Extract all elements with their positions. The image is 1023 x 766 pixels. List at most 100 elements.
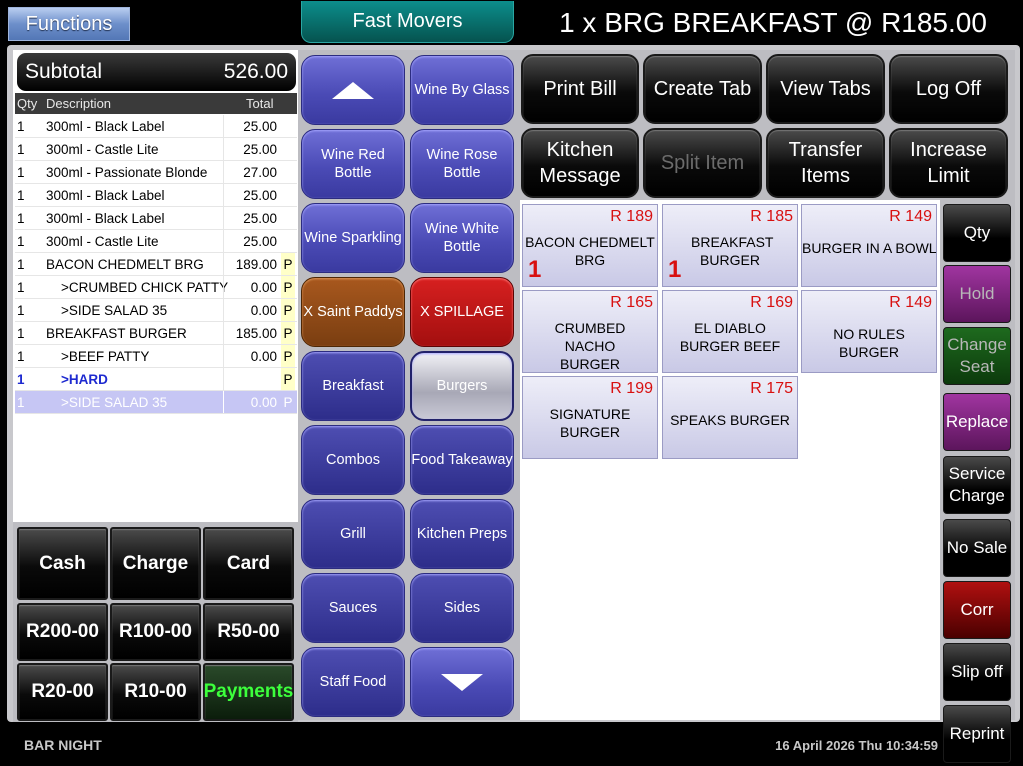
- functions-button[interactable]: Functions: [8, 7, 130, 41]
- qty-button[interactable]: Qty: [943, 204, 1011, 262]
- card-button[interactable]: Card: [203, 527, 294, 600]
- r100-button[interactable]: R100-00: [110, 603, 201, 661]
- row-total: 25.00: [243, 142, 277, 157]
- split-item-button[interactable]: Split Item: [643, 128, 762, 198]
- hold-button[interactable]: Hold: [943, 265, 1011, 323]
- service-charge-button[interactable]: Service Charge: [943, 456, 1011, 514]
- order-row[interactable]: 1 >SIDE SALAD 35 0.00 P: [15, 299, 297, 322]
- item-tile[interactable]: R 169 EL DIABLO BURGER BEEF: [662, 290, 798, 373]
- corr-button[interactable]: Corr: [943, 581, 1011, 639]
- transfer-items-button[interactable]: Transfer Items: [766, 128, 885, 198]
- row-description: >SIDE SALAD 35: [46, 395, 168, 410]
- order-row-selected[interactable]: 1 >SIDE SALAD 35 0.00 P: [15, 391, 297, 414]
- order-row[interactable]: 1 300ml - Passionate Blonde 27.00: [15, 161, 297, 184]
- slip-off-button[interactable]: Slip off: [943, 643, 1011, 701]
- item-name: BREAKFAST BURGER: [691, 234, 774, 268]
- row-total: 25.00: [243, 188, 277, 203]
- category-wine-by-glass[interactable]: Wine By Glass: [410, 55, 514, 125]
- category-breakfast[interactable]: Breakfast: [301, 351, 405, 421]
- row-total: 0.00: [250, 349, 277, 364]
- row-total: 189.00: [235, 257, 277, 272]
- category-burgers[interactable]: Burgers: [410, 351, 514, 421]
- order-row[interactable]: 1 >CRUMBED CHICK PATTY 0.00 P: [15, 276, 297, 299]
- row-qty: 1: [17, 280, 25, 295]
- order-row[interactable]: 1 >HARD P: [15, 368, 297, 391]
- row-print-flag: P: [281, 391, 295, 413]
- item-tile[interactable]: R 165 CRUMBED NACHO BURGER: [522, 290, 658, 373]
- cash-button[interactable]: Cash: [17, 527, 108, 600]
- row-total: 25.00: [243, 234, 277, 249]
- order-row[interactable]: 1 >BEEF PATTY 0.00 P: [15, 345, 297, 368]
- item-name: NO RULES BURGER: [833, 326, 905, 360]
- change-seat-button[interactable]: Change Seat: [943, 327, 1011, 385]
- item-price: R 149: [889, 294, 932, 311]
- scroll-down-button[interactable]: [410, 647, 514, 717]
- scroll-up-button[interactable]: [301, 55, 405, 125]
- log-off-button[interactable]: Log Off: [889, 54, 1008, 124]
- category-sauces[interactable]: Sauces: [301, 573, 405, 643]
- r10-button[interactable]: R10-00: [110, 663, 201, 721]
- category-x-saint-paddys[interactable]: X Saint Paddys: [301, 277, 405, 347]
- order-row[interactable]: 1 300ml - Black Label 25.00: [15, 184, 297, 207]
- category-sides[interactable]: Sides: [410, 573, 514, 643]
- reprint-button[interactable]: Reprint: [943, 705, 1011, 763]
- description-column-header: Description: [46, 96, 112, 111]
- item-price: R 189: [610, 208, 653, 225]
- charge-button[interactable]: Charge: [110, 527, 201, 600]
- row-description: BREAKFAST BURGER: [46, 326, 187, 341]
- category-kitchen-preps[interactable]: Kitchen Preps: [410, 499, 514, 569]
- order-row[interactable]: 1 BACON CHEDMELT BRG 189.00 P: [15, 253, 297, 276]
- item-name: BACON CHEDMELT BRG: [525, 234, 655, 268]
- row-qty: 1: [17, 165, 25, 180]
- item-count: 1: [668, 256, 682, 283]
- fast-movers-tab[interactable]: Fast Movers: [301, 1, 514, 43]
- r20-button[interactable]: R20-00: [17, 663, 108, 721]
- r200-button[interactable]: R200-00: [17, 603, 108, 661]
- item-tile[interactable]: R 185 BREAKFAST BURGER 1: [662, 204, 798, 287]
- row-qty: 1: [17, 257, 25, 272]
- category-wine-rose-bottle[interactable]: Wine Rose Bottle: [410, 129, 514, 199]
- row-total: 27.00: [243, 165, 277, 180]
- order-row[interactable]: 1 BREAKFAST BURGER 185.00 P: [15, 322, 297, 345]
- row-description: 300ml - Castle Lite: [46, 234, 159, 249]
- item-tile[interactable]: R 149 NO RULES BURGER: [801, 290, 937, 373]
- print-bill-button[interactable]: Print Bill: [521, 54, 639, 124]
- r50-button[interactable]: R50-00: [203, 603, 294, 661]
- category-wine-red-bottle[interactable]: Wine Red Bottle: [301, 129, 405, 199]
- row-description: BACON CHEDMELT BRG: [46, 257, 204, 272]
- item-name: BURGER IN A BOWL: [802, 240, 937, 256]
- item-count: 1: [528, 256, 542, 283]
- category-grill[interactable]: Grill: [301, 499, 405, 569]
- order-row[interactable]: 1 300ml - Black Label 25.00: [15, 115, 297, 138]
- item-tile[interactable]: R 199 SIGNATURE BURGER: [522, 376, 658, 459]
- row-print-flag: P: [281, 253, 295, 275]
- row-qty: 1: [17, 326, 25, 341]
- order-row[interactable]: 1 300ml - Castle Lite 25.00: [15, 138, 297, 161]
- category-combos[interactable]: Combos: [301, 425, 405, 495]
- row-qty: 1: [17, 372, 25, 387]
- item-tile[interactable]: R 175 SPEAKS BURGER: [662, 376, 798, 459]
- category-x-spillage[interactable]: X SPILLAGE: [410, 277, 514, 347]
- replace-button[interactable]: Replace: [943, 393, 1011, 451]
- category-staff-food[interactable]: Staff Food: [301, 647, 405, 717]
- subtotal-label: Subtotal: [25, 60, 103, 83]
- item-tile[interactable]: R 189 BACON CHEDMELT BRG 1: [522, 204, 658, 287]
- row-qty: 1: [17, 211, 25, 226]
- item-name: EL DIABLO BURGER BEEF: [679, 320, 781, 354]
- item-name: SPEAKS BURGER: [670, 412, 790, 428]
- create-tab-button[interactable]: Create Tab: [643, 54, 762, 124]
- order-row[interactable]: 1 300ml - Castle Lite 25.00: [15, 230, 297, 253]
- view-tabs-button[interactable]: View Tabs: [766, 54, 885, 124]
- item-tile[interactable]: R 149 BURGER IN A BOWL: [801, 204, 937, 287]
- item-price: R 185: [750, 208, 793, 225]
- category-wine-sparkling[interactable]: Wine Sparkling: [301, 203, 405, 273]
- no-sale-button[interactable]: No Sale: [943, 519, 1011, 577]
- row-qty: 1: [17, 142, 25, 157]
- category-wine-white-bottle[interactable]: Wine White Bottle: [410, 203, 514, 273]
- row-print-flag: P: [281, 276, 295, 298]
- payments-button[interactable]: Payments: [203, 663, 294, 721]
- increase-limit-button[interactable]: Increase Limit: [889, 128, 1008, 198]
- kitchen-message-button[interactable]: Kitchen Message: [521, 128, 639, 198]
- category-food-takeaway[interactable]: Food Takeaway: [410, 425, 514, 495]
- order-row[interactable]: 1 300ml - Black Label 25.00: [15, 207, 297, 230]
